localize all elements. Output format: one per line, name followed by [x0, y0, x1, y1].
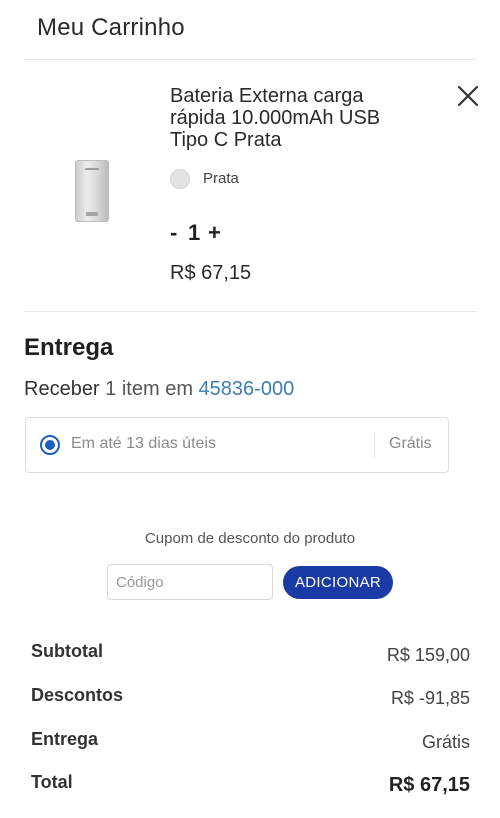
subtotal-value: R$ 159,00	[386, 645, 470, 665]
color-swatch	[170, 169, 190, 189]
shipping-option-radio[interactable]	[40, 435, 60, 455]
color-label: Prata	[203, 170, 239, 187]
receive-label: Receber	[24, 378, 100, 400]
discount-label: Descontos	[31, 685, 124, 705]
product-usb-port	[86, 212, 98, 216]
add-coupon-button[interactable]: ADICIONAR	[283, 566, 393, 599]
shipping-option-label: Em até 13 dias úteis	[71, 435, 216, 452]
quantity-increase-button[interactable]: +	[208, 220, 221, 246]
shipping-option-separator	[374, 432, 375, 458]
quantity-decrease-button[interactable]: -	[170, 220, 177, 246]
radio-selected-dot	[45, 440, 55, 450]
shipping-option-price: Grátis	[389, 435, 432, 452]
quantity-value: 1	[188, 220, 201, 245]
shipping-summary-value: Grátis	[421, 732, 470, 752]
item-price: R$ 67,15	[170, 262, 252, 284]
shipping-summary-label: Entrega	[31, 729, 99, 749]
discount-value: R$ -91,85	[390, 688, 470, 708]
close-icon	[457, 85, 479, 107]
product-logo-mark	[85, 168, 99, 170]
item-divider	[24, 311, 476, 312]
remove-item-button[interactable]	[452, 80, 484, 112]
coupon-code-input[interactable]	[107, 564, 273, 600]
coupon-label: Cupom de desconto do produto	[144, 530, 356, 547]
delivery-heading: Entrega	[24, 334, 114, 361]
subtotal-label: Subtotal	[31, 641, 103, 661]
product-image[interactable]	[75, 160, 109, 222]
total-value: R$ 67,15	[388, 774, 470, 796]
cart-title: Meu Carrinho	[37, 14, 185, 41]
receive-items-text: 1 item em	[105, 378, 193, 400]
total-label: Total	[31, 772, 73, 792]
cep-link[interactable]: 45836-000	[199, 378, 295, 400]
shipping-option[interactable]: Em até 13 dias úteis Grátis	[25, 417, 449, 473]
header-divider	[24, 59, 476, 60]
product-name[interactable]: Bateria Externa carga rápida 10.000mAh U…	[170, 85, 420, 151]
receive-line: Receber 1 item em 45836-000	[24, 378, 294, 401]
